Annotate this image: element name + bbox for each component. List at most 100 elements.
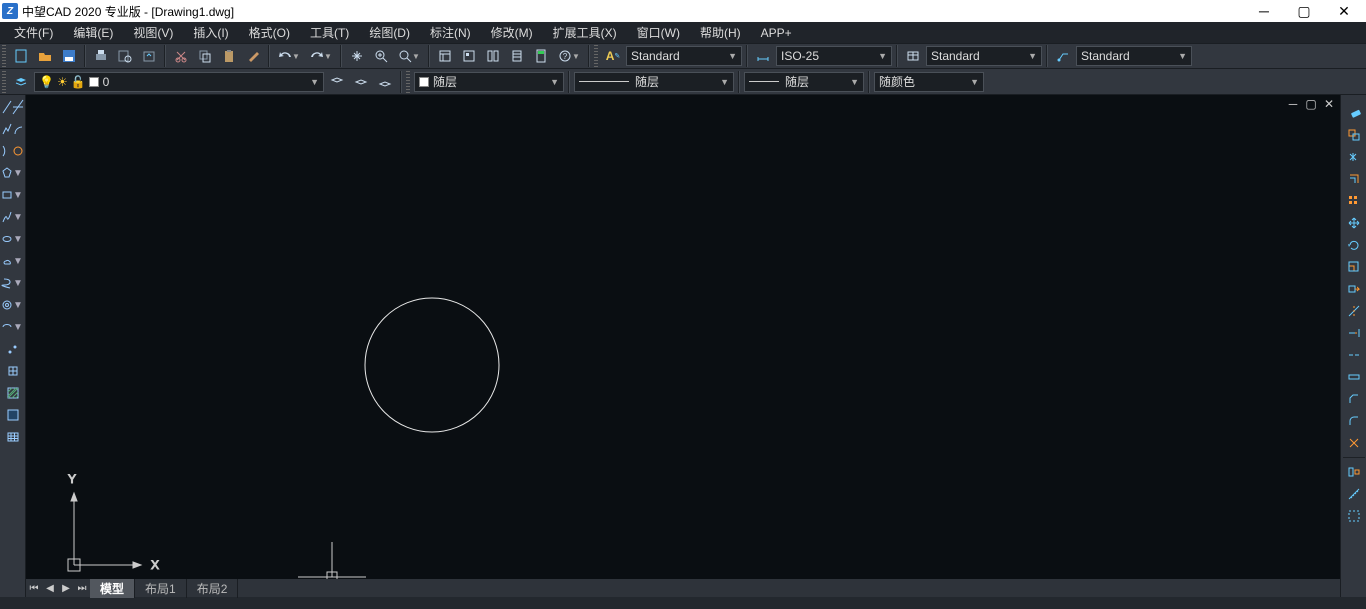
block-insert-icon[interactable] xyxy=(2,361,24,381)
viewport-maximize-icon[interactable]: ▢ xyxy=(1304,97,1318,111)
sheet-set-icon[interactable] xyxy=(506,45,528,67)
menu-edit[interactable]: 编辑(E) xyxy=(63,22,123,43)
helix-icon[interactable] xyxy=(2,273,13,293)
zoom-realtime-icon[interactable] xyxy=(370,45,392,67)
copy-icon[interactable] xyxy=(194,45,216,67)
menu-dimension[interactable]: 标注(N) xyxy=(420,22,481,43)
design-center-icon[interactable] xyxy=(458,45,480,67)
menu-modify[interactable]: 修改(M) xyxy=(481,22,543,43)
arc2-icon[interactable] xyxy=(2,141,13,161)
mirror-icon[interactable] xyxy=(1343,147,1365,167)
align-icon[interactable] xyxy=(1343,462,1365,482)
extend-icon[interactable] xyxy=(1343,323,1365,343)
polygon-icon[interactable] xyxy=(2,163,13,183)
save-icon[interactable] xyxy=(58,45,80,67)
tab-layout2[interactable]: 布局2 xyxy=(187,579,239,598)
tool-palettes-icon[interactable] xyxy=(482,45,504,67)
calculator-icon[interactable] xyxy=(530,45,552,67)
new-icon[interactable] xyxy=(10,45,32,67)
donut-icon[interactable] xyxy=(2,295,13,315)
publish-icon[interactable] xyxy=(138,45,160,67)
menu-app[interactable]: APP+ xyxy=(751,24,802,42)
table-style-dropdown[interactable]: Standard▼ xyxy=(926,46,1042,66)
match-properties-icon[interactable] xyxy=(242,45,264,67)
spline-icon[interactable] xyxy=(2,207,13,227)
scale-icon[interactable] xyxy=(1343,257,1365,277)
ellipse-icon[interactable] xyxy=(2,229,13,249)
model-space[interactable]: X Y xyxy=(26,95,326,245)
menu-window[interactable]: 窗口(W) xyxy=(627,22,690,43)
tab-last-icon[interactable]: ⏭ xyxy=(74,580,90,596)
menu-draw[interactable]: 绘图(D) xyxy=(359,22,420,43)
undo-button[interactable]: ▼ xyxy=(274,45,304,67)
plotstyle-dropdown[interactable]: 随颜色▼ xyxy=(874,72,984,92)
xline-icon[interactable] xyxy=(13,97,24,117)
table-icon[interactable] xyxy=(2,427,24,447)
tab-first-icon[interactable]: ⏮ xyxy=(26,580,42,596)
menu-insert[interactable]: 插入(I) xyxy=(183,22,238,43)
move-icon[interactable] xyxy=(1343,213,1365,233)
redo-button[interactable]: ▼ xyxy=(306,45,336,67)
minimize-button[interactable]: ─ xyxy=(1244,0,1284,22)
cut-icon[interactable] xyxy=(170,45,192,67)
ellipse-arc-icon[interactable] xyxy=(2,317,13,337)
join-icon[interactable] xyxy=(1343,367,1365,387)
maximize-button[interactable]: ▢ xyxy=(1284,0,1324,22)
copy-object-icon[interactable] xyxy=(1343,125,1365,145)
viewport-minimize-icon[interactable]: ─ xyxy=(1286,97,1300,111)
fillet-icon[interactable] xyxy=(1343,411,1365,431)
print-preview-icon[interactable] xyxy=(114,45,136,67)
erase-icon[interactable] xyxy=(1343,103,1365,123)
dim-style-icon[interactable] xyxy=(752,45,774,67)
layer-dropdown[interactable]: 💡 ☀ 🔓 0 ▼ xyxy=(34,72,324,92)
properties-icon[interactable] xyxy=(434,45,456,67)
measure-icon[interactable] xyxy=(1343,484,1365,504)
ellipse-alt-icon[interactable]: ▼ xyxy=(13,229,24,249)
color-dropdown[interactable]: 随层▼ xyxy=(414,72,564,92)
menu-format[interactable]: 格式(O) xyxy=(239,22,300,43)
menu-view[interactable]: 视图(V) xyxy=(123,22,183,43)
select-similar-icon[interactable] xyxy=(1343,506,1365,526)
offset-icon[interactable] xyxy=(1343,169,1365,189)
pan-icon[interactable] xyxy=(346,45,368,67)
tab-layout1[interactable]: 布局1 xyxy=(135,579,187,598)
break-icon[interactable] xyxy=(1343,345,1365,365)
drawing-canvas[interactable]: ─ ▢ ✕ X Y ⏮ ◀ xyxy=(26,95,1340,597)
dim-style-dropdown[interactable]: ISO-25▼ xyxy=(776,46,892,66)
polygon-alt-icon[interactable]: ▼ xyxy=(13,163,24,183)
toolbar-grip[interactable] xyxy=(2,45,6,67)
paste-icon[interactable] xyxy=(218,45,240,67)
text-style-dropdown[interactable]: Standard▼ xyxy=(626,46,742,66)
tab-model[interactable]: 模型 xyxy=(90,579,135,598)
spline-alt-icon[interactable]: ▼ xyxy=(13,207,24,227)
region-icon[interactable] xyxy=(2,405,24,425)
line-icon[interactable] xyxy=(2,97,13,117)
menu-tools[interactable]: 工具(T) xyxy=(300,22,359,43)
layer-isolate-icon[interactable] xyxy=(374,71,396,93)
rotate-icon[interactable] xyxy=(1343,235,1365,255)
stretch-icon[interactable] xyxy=(1343,279,1365,299)
chamfer-icon[interactable] xyxy=(1343,389,1365,409)
menu-help[interactable]: 帮助(H) xyxy=(690,22,751,43)
array-icon[interactable] xyxy=(1343,191,1365,211)
help-icon[interactable]: ?▼ xyxy=(554,45,584,67)
point-icon[interactable] xyxy=(2,339,24,359)
rectangle-alt-icon[interactable]: ▼ xyxy=(13,185,24,205)
mleader-style-icon[interactable] xyxy=(1052,45,1074,67)
helix-alt-icon[interactable]: ▼ xyxy=(13,273,24,293)
explode-icon[interactable] xyxy=(1343,433,1365,453)
table-style-icon[interactable] xyxy=(902,45,924,67)
linetype-dropdown[interactable]: 随层▼ xyxy=(574,72,734,92)
toolbar-grip[interactable] xyxy=(2,71,6,93)
tab-next-icon[interactable]: ▶ xyxy=(58,580,74,596)
print-icon[interactable] xyxy=(90,45,112,67)
arc-icon[interactable] xyxy=(13,119,24,139)
close-button[interactable]: ✕ xyxy=(1324,0,1364,22)
hatch-icon[interactable] xyxy=(2,383,24,403)
menu-express[interactable]: 扩展工具(X) xyxy=(543,22,627,43)
layer-state-icon[interactable] xyxy=(350,71,372,93)
viewport-close-icon[interactable]: ✕ xyxy=(1322,97,1336,111)
text-style-icon[interactable]: A✎ xyxy=(602,45,624,67)
open-icon[interactable] xyxy=(34,45,56,67)
toolbar-grip[interactable] xyxy=(406,71,410,93)
